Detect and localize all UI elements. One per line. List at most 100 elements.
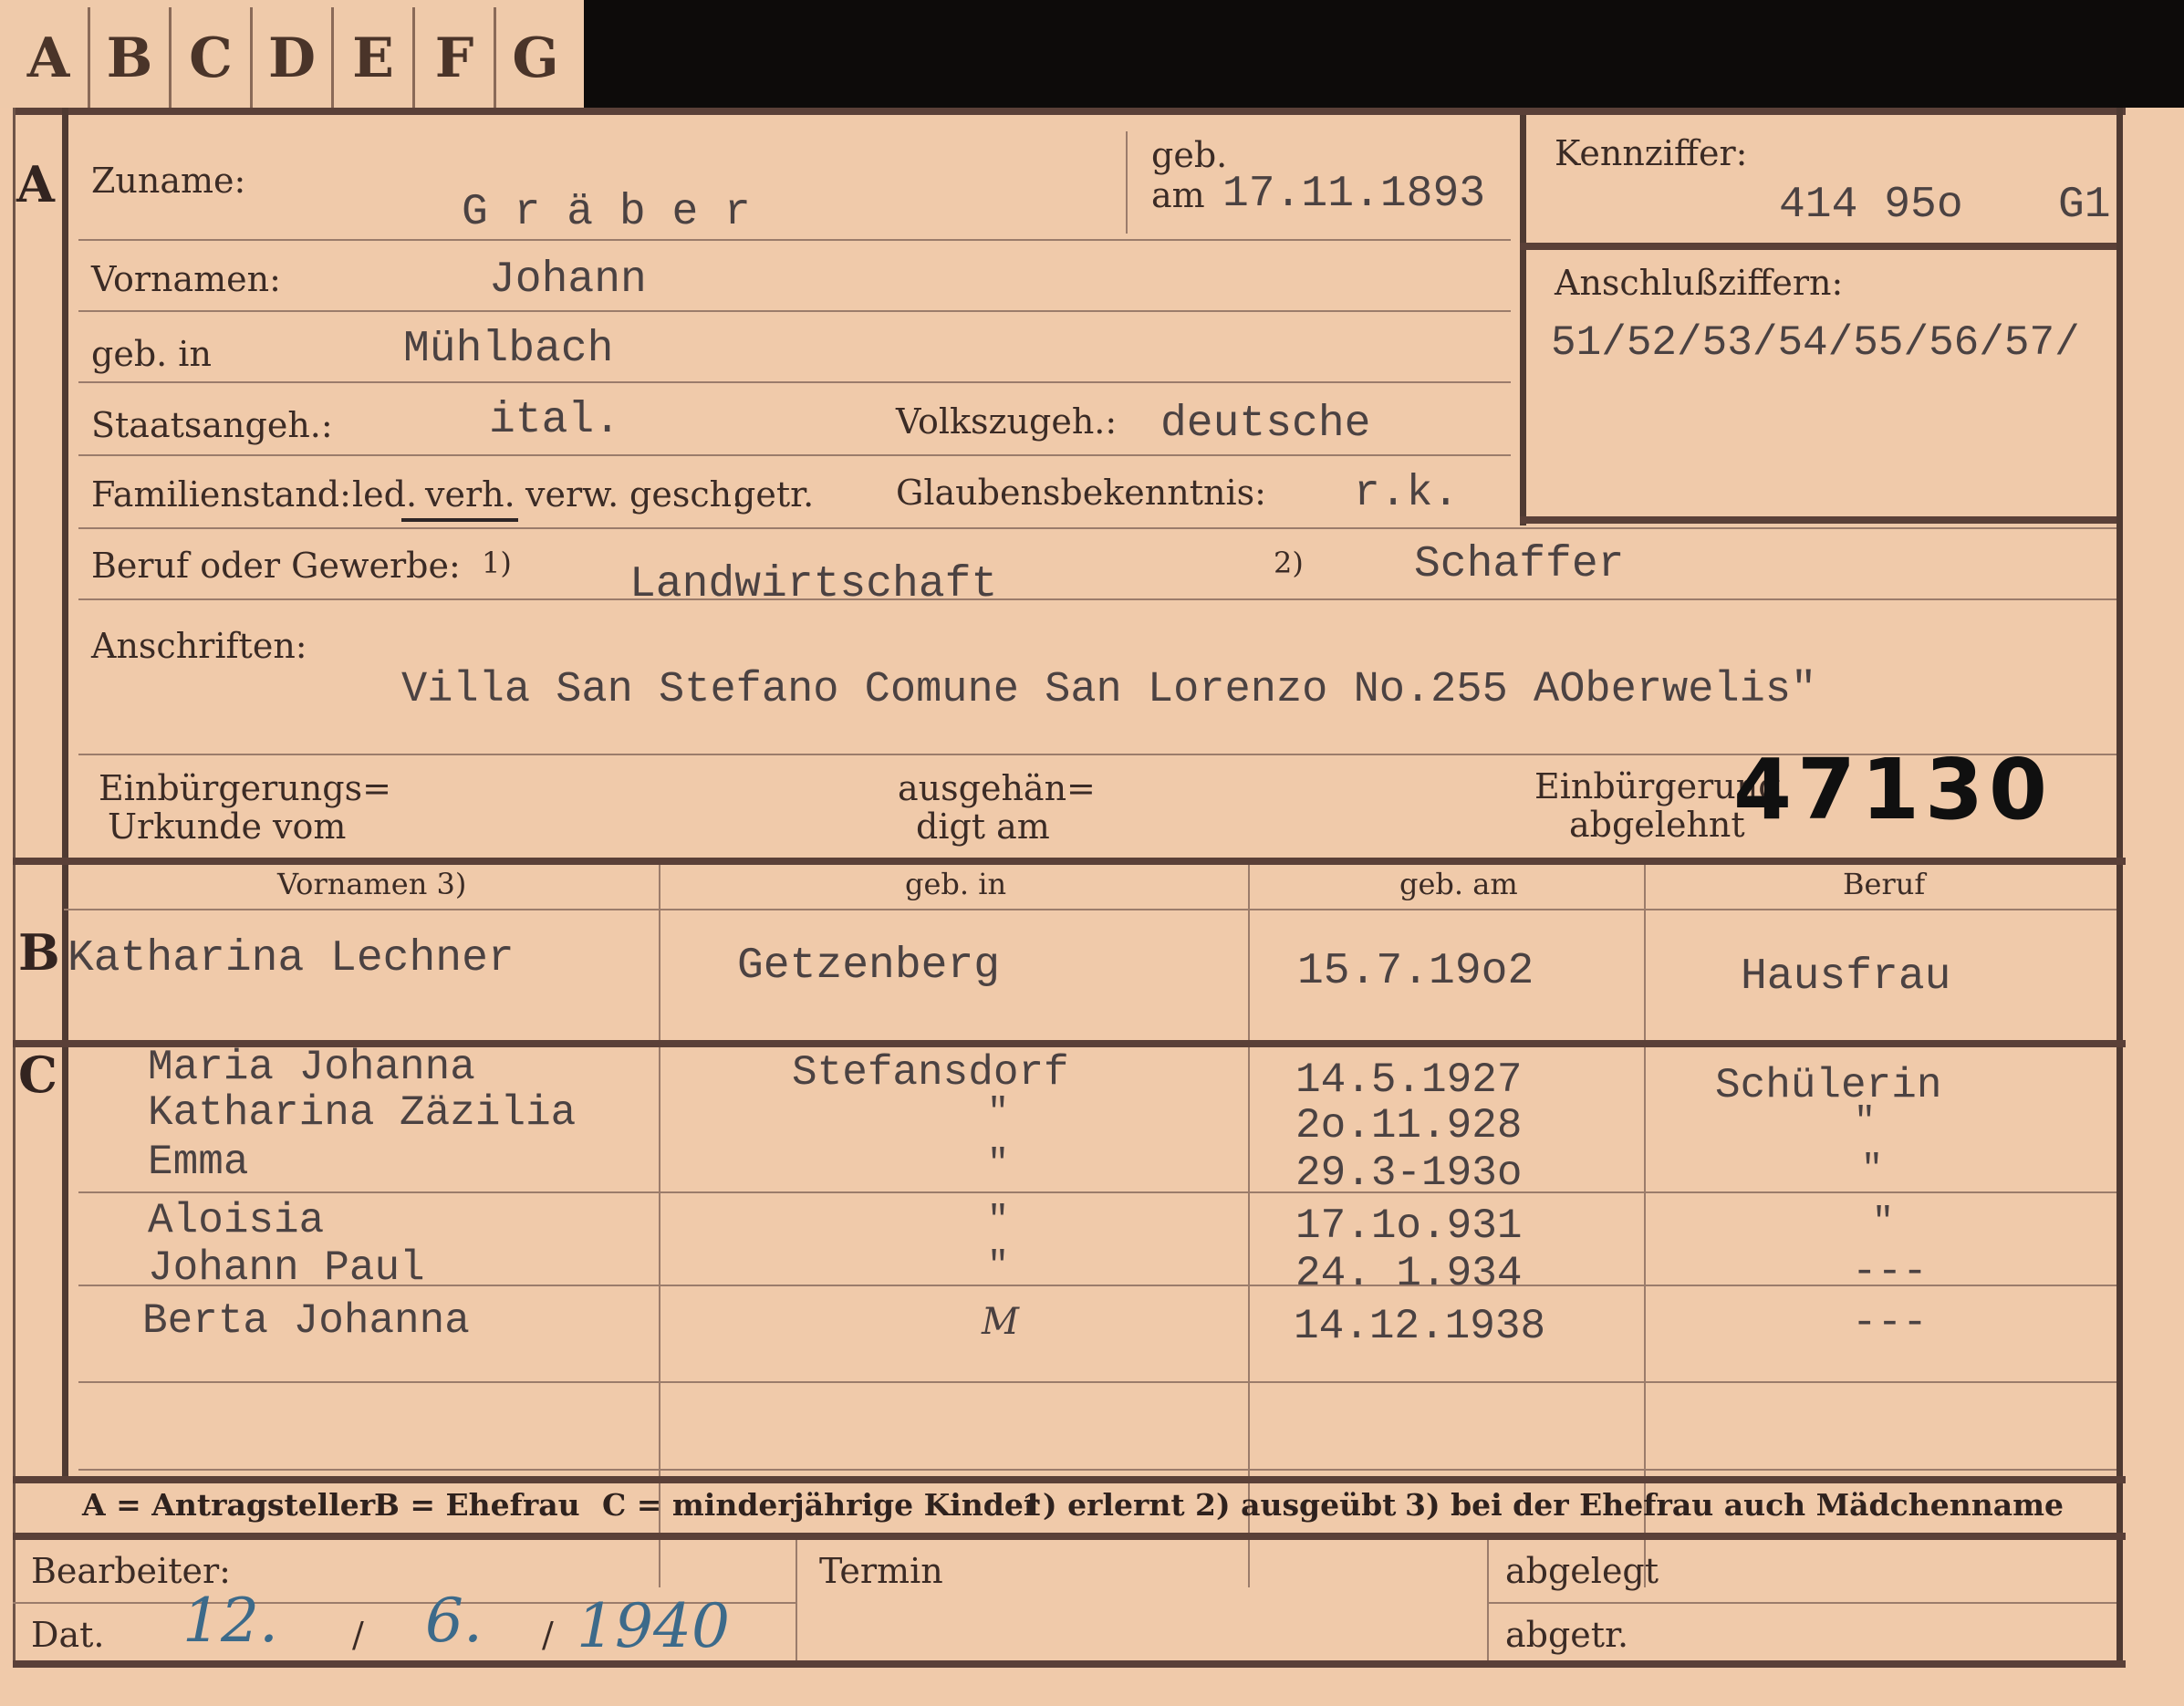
right-border: [2116, 108, 2123, 1668]
surname-value: G r ä b e r: [462, 188, 751, 237]
child-6-occupation: ---: [1852, 1299, 1928, 1347]
rule: [64, 909, 2116, 910]
rule: [78, 1191, 2116, 1193]
child-1-born-on: 14.5.1927: [1295, 1056, 1523, 1104]
legend-bottom: [13, 1533, 2126, 1540]
legend-note-3: 3) bei der Ehefrau auch Mädchenname: [1405, 1487, 2064, 1523]
citizenship-label: Staatsangeh.:: [91, 405, 333, 445]
rule: [78, 381, 1511, 383]
spouse-born-on: 15.7.19o2: [1297, 947, 1534, 996]
id-box-divider: [1520, 243, 2116, 250]
rule: [78, 310, 1511, 312]
date-label: Dat.: [31, 1615, 105, 1655]
section-a-marker: A: [16, 155, 55, 213]
birthplace-value: Mühlbach: [403, 325, 614, 374]
forenames-label: Vornamen:: [91, 259, 281, 299]
child-6-born-on: 14.12.1938: [1294, 1303, 1546, 1350]
occupation-mark-2: 2): [1274, 546, 1304, 580]
marital-label: Familienstand:: [91, 474, 351, 515]
issued-label-1: ausgehän=: [898, 768, 1096, 808]
child-2-occupation: ": [1854, 1102, 1877, 1143]
tab-e[interactable]: E: [334, 7, 415, 109]
footer-divider-2: [1487, 1540, 1489, 1668]
date-day-handwritten: 12.: [182, 1586, 278, 1656]
left-border: [13, 108, 16, 1668]
address-label: Anschriften:: [91, 626, 307, 666]
registration-card: A Zuname: G r ä b e r geb. am 17.11.1893…: [0, 108, 2184, 1706]
birth-date-value: 17.11.1893: [1222, 170, 1486, 219]
submitted-label: abgetr.: [1505, 1615, 1629, 1655]
section-c-marker: C: [18, 1045, 57, 1104]
child-3-occupation: ": [1861, 1149, 1884, 1191]
birthplace-label: geb. in: [91, 334, 212, 374]
child-3-name: Emma: [148, 1139, 249, 1186]
occupation-learned-value: Landwirtschaft: [629, 560, 998, 609]
tab-a[interactable]: A: [9, 7, 90, 109]
bottom-border: [13, 1660, 2126, 1668]
child-4-born-in: ": [987, 1201, 1010, 1242]
col-header-occupation: Beruf: [1843, 867, 1926, 901]
child-5-born-in: ": [987, 1246, 1010, 1287]
tab-c[interactable]: C: [172, 7, 253, 109]
rule: [78, 1381, 2116, 1383]
child-5-born-on: 24. 1.934: [1295, 1250, 1523, 1297]
related-label: Anschlußziffern:: [1555, 263, 1844, 303]
tab-b[interactable]: B: [90, 7, 172, 109]
address-value: Villa San Stefano Comune San Lorenzo No.…: [401, 666, 1817, 714]
id-label: Kennziffer:: [1555, 133, 1748, 173]
legend-note-1: 1) erlernt: [1022, 1487, 1185, 1523]
rejected-label-2: abgelehnt: [1569, 805, 1745, 845]
section-b-marker: B: [18, 923, 60, 982]
child-2-born-in: ": [987, 1093, 1010, 1134]
legend-c: C = minderjährige Kinder: [602, 1487, 1040, 1523]
child-2-name: Katharina Zäzilia: [148, 1089, 577, 1137]
tab-d[interactable]: D: [253, 7, 334, 109]
marital-selection-underline: [401, 518, 518, 522]
child-6-born-in: M: [982, 1301, 1019, 1343]
stamp-number: 47130: [1733, 741, 2054, 838]
child-1-name: Maria Johanna: [148, 1044, 475, 1091]
child-3-born-on: 29.3-193o: [1295, 1149, 1523, 1197]
legend-note-2: 2) ausgeübt: [1195, 1487, 1397, 1523]
top-border: [13, 108, 2126, 115]
id-box-left: [1520, 115, 1526, 525]
child-1-occupation: Schülerin: [1715, 1062, 1942, 1109]
religion-value: r.k.: [1354, 469, 1460, 518]
occupation-practiced-value: Schaffer: [1414, 540, 1625, 589]
tab-g[interactable]: G: [496, 7, 575, 109]
filed-label: abgelegt: [1505, 1551, 1659, 1591]
rule: [78, 1469, 2116, 1471]
section-a-bottom: [13, 858, 2126, 865]
ethnicity-label: Volkszugeh.:: [896, 401, 1118, 442]
legend-b: B = Ehefrau: [374, 1487, 580, 1523]
marital-option-gesch: gesch.: [629, 474, 744, 515]
section-divider: [62, 108, 68, 1476]
citizenship-value: ital.: [489, 396, 621, 445]
geb-label: geb.: [1151, 135, 1228, 175]
rule: [78, 454, 1511, 456]
am-label: am: [1151, 175, 1205, 215]
marital-option-verh: verh.: [425, 474, 515, 515]
religion-label: Glaubensbekenntnis:: [896, 473, 1266, 513]
related-numbers-value: 51/52/53/54/55/56/57/: [1551, 319, 2080, 367]
issued-label-2: digt am: [916, 806, 1050, 847]
id-box-bottom: [1520, 516, 2116, 524]
tab-f[interactable]: F: [415, 7, 496, 109]
marital-option-verw: verw.: [525, 474, 619, 515]
rule: [78, 239, 1511, 241]
child-6-name: Berta Johanna: [142, 1297, 470, 1345]
appointment-label: Termin: [819, 1551, 943, 1591]
section-c-bottom: [13, 1476, 2126, 1483]
rule: [78, 598, 2116, 600]
date-year-handwritten: 1940: [577, 1591, 730, 1661]
naturalization-label-2: Urkunde vom: [108, 806, 347, 847]
child-2-born-on: 2o.11.928: [1295, 1102, 1523, 1149]
date-sep-2: /: [542, 1615, 554, 1655]
spouse-occupation: Hausfrau: [1741, 952, 1951, 1002]
id-number-value: 414 95o: [1779, 181, 1963, 230]
occupation-label: Beruf oder Gewerbe:: [91, 546, 461, 586]
footer-divider-1: [796, 1540, 797, 1668]
occupation-mark-1: 1): [482, 546, 512, 580]
naturalization-label-1: Einbürgerungs=: [99, 768, 391, 808]
marital-option-led: led.: [352, 474, 418, 515]
